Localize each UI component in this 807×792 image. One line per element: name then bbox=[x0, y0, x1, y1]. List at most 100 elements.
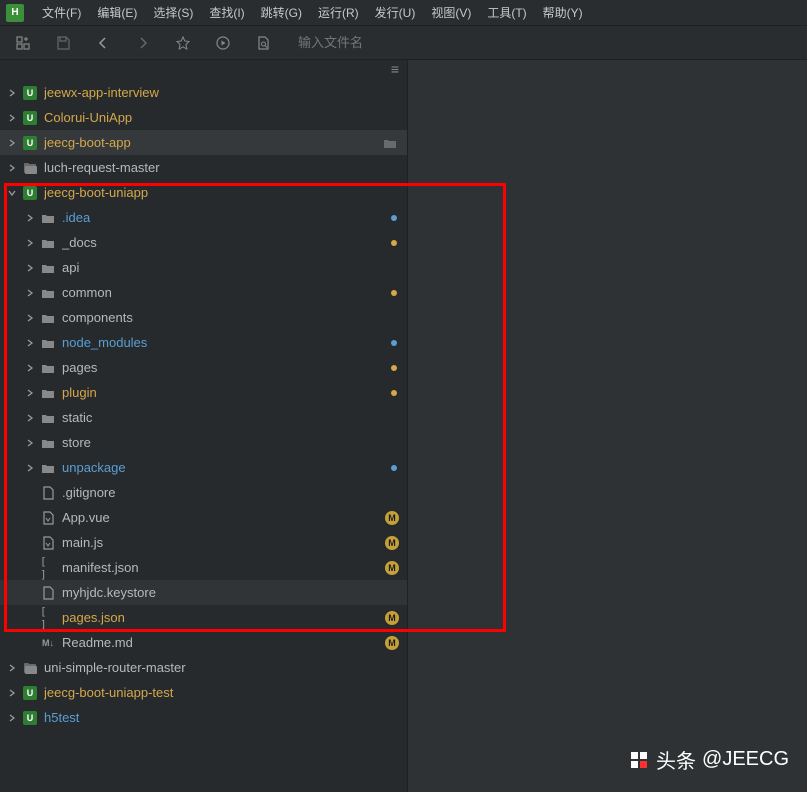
tree-label: jeecg-boot-uniapp bbox=[44, 185, 407, 200]
tree-row[interactable]: [ ]manifest.jsonM bbox=[0, 555, 407, 580]
folder-icon bbox=[40, 235, 56, 251]
chevron-right-icon[interactable] bbox=[26, 439, 40, 447]
chevron-right-icon[interactable] bbox=[26, 389, 40, 397]
modified-badge-icon: M bbox=[385, 611, 399, 625]
save-icon[interactable] bbox=[54, 34, 72, 52]
tree-label: unpackage bbox=[62, 460, 391, 475]
tree-label: App.vue bbox=[62, 510, 385, 525]
back-icon[interactable] bbox=[94, 34, 112, 52]
watermark-prefix: 头条 bbox=[656, 745, 696, 774]
tree-row[interactable]: api bbox=[0, 255, 407, 280]
tree-row[interactable]: static bbox=[0, 405, 407, 430]
chevron-right-icon[interactable] bbox=[26, 464, 40, 472]
tree-row[interactable]: uni-simple-router-master bbox=[0, 655, 407, 680]
tree-label: myhjdc.keystore bbox=[62, 585, 407, 600]
tree-row[interactable]: node_modules bbox=[0, 330, 407, 355]
folder-icon bbox=[40, 410, 56, 426]
tree-row[interactable]: pages bbox=[0, 355, 407, 380]
folder-icon bbox=[40, 310, 56, 326]
tree-label: pages.json bbox=[62, 610, 385, 625]
tree-label: jeecg-boot-uniapp-test bbox=[44, 685, 407, 700]
file-icon bbox=[40, 485, 56, 501]
star-icon[interactable] bbox=[174, 34, 192, 52]
tree-row[interactable]: .gitignore bbox=[0, 480, 407, 505]
tree-row[interactable]: Ujeecg-boot-uniapp bbox=[0, 180, 407, 205]
folder-icon bbox=[40, 210, 56, 226]
tree-row[interactable]: common bbox=[0, 280, 407, 305]
run-icon[interactable] bbox=[214, 34, 232, 52]
tree-label: jeewx-app-interview bbox=[44, 85, 407, 100]
tree-label: pages bbox=[62, 360, 391, 375]
tree-label: .idea bbox=[62, 210, 391, 225]
tree-row[interactable]: Ujeecg-boot-app bbox=[0, 130, 407, 155]
status-dot-icon bbox=[391, 365, 397, 371]
tree-row[interactable]: components bbox=[0, 305, 407, 330]
chevron-right-icon[interactable] bbox=[26, 264, 40, 272]
tree-label: luch-request-master bbox=[44, 160, 407, 175]
tree-row[interactable]: plugin bbox=[0, 380, 407, 405]
chevron-right-icon[interactable] bbox=[26, 414, 40, 422]
tree-row[interactable]: UColorui-UniApp bbox=[0, 105, 407, 130]
tree-label: .gitignore bbox=[62, 485, 407, 500]
chevron-right-icon[interactable] bbox=[26, 314, 40, 322]
tree-row[interactable]: unpackage bbox=[0, 455, 407, 480]
tree-row[interactable]: Ujeecg-boot-uniapp-test bbox=[0, 680, 407, 705]
tree-label: h5test bbox=[44, 710, 407, 725]
project-tree: Ujeewx-app-interviewUColorui-UniAppUjeec… bbox=[0, 78, 407, 730]
chevron-right-icon[interactable] bbox=[8, 114, 22, 122]
uni-icon: U bbox=[22, 710, 38, 726]
uni-icon: U bbox=[22, 85, 38, 101]
tree-row[interactable]: .idea bbox=[0, 205, 407, 230]
sidebar: ≡ Ujeewx-app-interviewUColorui-UniAppUje… bbox=[0, 60, 408, 792]
menu-item[interactable]: 查找(I) bbox=[201, 0, 252, 26]
chevron-right-icon[interactable] bbox=[26, 289, 40, 297]
folder-icon bbox=[40, 335, 56, 351]
uni-icon: U bbox=[22, 135, 38, 151]
chevron-right-icon[interactable] bbox=[8, 139, 22, 147]
tree-row[interactable]: Ujeewx-app-interview bbox=[0, 80, 407, 105]
chevron-right-icon[interactable] bbox=[26, 364, 40, 372]
chevron-right-icon[interactable] bbox=[26, 339, 40, 347]
menu-item[interactable]: 帮助(Y) bbox=[535, 0, 591, 26]
tree-row[interactable]: [ ]pages.jsonM bbox=[0, 605, 407, 630]
status-dot-icon bbox=[391, 290, 397, 296]
tree-row[interactable]: M↓Readme.mdM bbox=[0, 630, 407, 655]
menu-item[interactable]: 跳转(G) bbox=[253, 0, 310, 26]
menu-item[interactable]: 运行(R) bbox=[310, 0, 367, 26]
tree-row[interactable]: App.vueM bbox=[0, 505, 407, 530]
menu-item[interactable]: 发行(U) bbox=[367, 0, 424, 26]
tree-label: jeecg-boot-app bbox=[44, 135, 383, 150]
tree-label: manifest.json bbox=[62, 560, 385, 575]
chevron-right-icon[interactable] bbox=[26, 214, 40, 222]
forward-icon[interactable] bbox=[134, 34, 152, 52]
tree-row[interactable]: luch-request-master bbox=[0, 155, 407, 180]
chevron-right-icon[interactable] bbox=[8, 689, 22, 697]
menu-item[interactable]: 选择(S) bbox=[145, 0, 201, 26]
tree-label: Readme.md bbox=[62, 635, 385, 650]
menu-item[interactable]: 编辑(E) bbox=[89, 0, 145, 26]
menu-item[interactable]: 文件(F) bbox=[34, 0, 89, 26]
chevron-right-icon[interactable] bbox=[26, 239, 40, 247]
tree-row[interactable]: myhjdc.keystore bbox=[0, 580, 407, 605]
project-icon[interactable] bbox=[14, 34, 32, 52]
menu-item[interactable]: 视图(V) bbox=[423, 0, 479, 26]
tree-label: components bbox=[62, 310, 407, 325]
chevron-right-icon[interactable] bbox=[8, 664, 22, 672]
folder-trail-icon bbox=[383, 137, 397, 149]
chevron-right-icon[interactable] bbox=[8, 89, 22, 97]
tree-row[interactable]: store bbox=[0, 430, 407, 455]
chevron-right-icon[interactable] bbox=[8, 164, 22, 172]
tree-row[interactable]: Uh5test bbox=[0, 705, 407, 730]
tree-row[interactable]: _docs bbox=[0, 230, 407, 255]
app-logo-icon: H bbox=[6, 4, 24, 22]
watermark: 头条 @JEECG bbox=[628, 745, 789, 774]
preview-icon[interactable] bbox=[254, 34, 272, 52]
menu-item[interactable]: 工具(T) bbox=[479, 0, 534, 26]
tree-row[interactable]: main.jsM bbox=[0, 530, 407, 555]
uni-icon: U bbox=[22, 110, 38, 126]
main-area: ≡ Ujeewx-app-interviewUColorui-UniAppUje… bbox=[0, 60, 807, 792]
chevron-down-icon[interactable] bbox=[8, 189, 22, 197]
sidebar-menu-icon[interactable]: ≡ bbox=[391, 61, 399, 77]
search-input[interactable] bbox=[298, 35, 398, 50]
chevron-right-icon[interactable] bbox=[8, 714, 22, 722]
